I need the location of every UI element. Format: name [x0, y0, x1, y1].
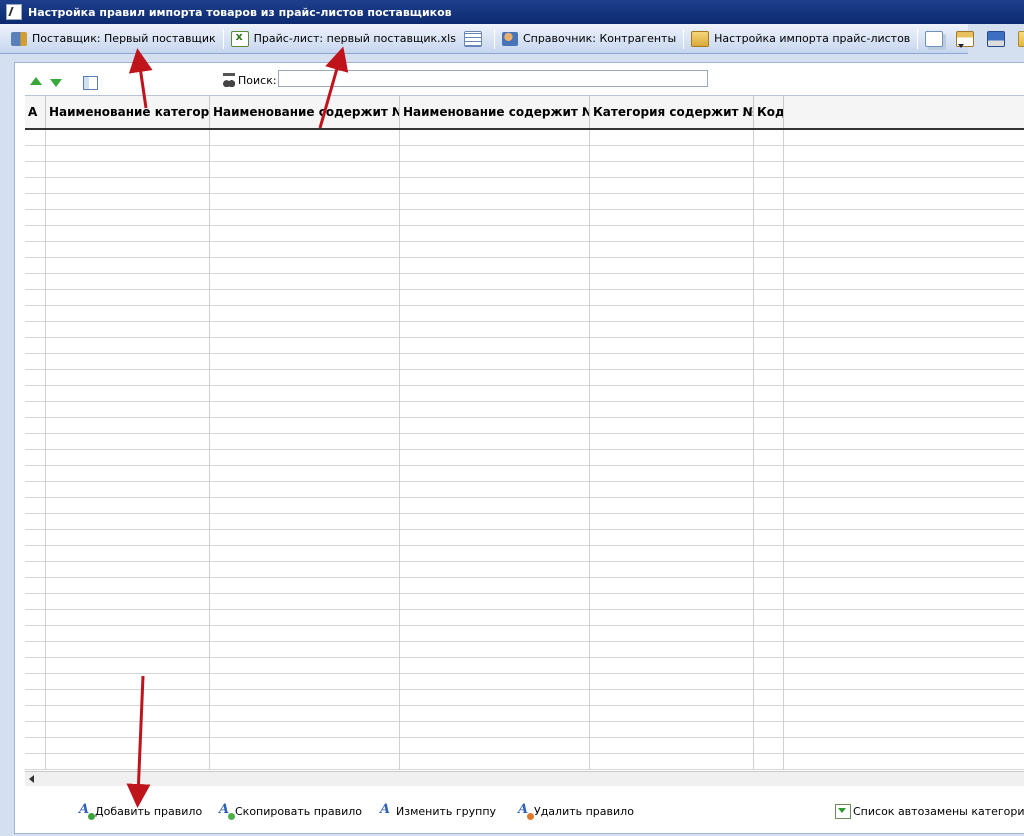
delete-rule-icon: A [518, 803, 534, 820]
column-header-category-name[interactable]: Наименование категории [46, 96, 210, 128]
column-header-category-contains-1[interactable]: Категория содержит №1 [590, 96, 754, 128]
horizontal-scrollbar[interactable] [25, 771, 1024, 786]
toolbar-separator [493, 28, 495, 49]
excel-icon [230, 30, 249, 47]
column-header-name-contains-1[interactable]: Наименование содержит №1 [210, 96, 400, 128]
copy-rule-label: Скопировать правило [235, 804, 363, 818]
delete-rule-button[interactable]: A Удалить правило [518, 803, 634, 820]
change-group-label: Изменить группу [396, 804, 497, 818]
pricelist-label: Прайс-лист: первый поставщик.xls [253, 32, 456, 45]
settings-icon [691, 30, 710, 47]
toolbar-overflow-chevron-icon[interactable] [956, 40, 966, 52]
search-label-group: Поиск: [223, 73, 277, 87]
actions-bar: A Добавить правило A Скопировать правило… [15, 799, 1024, 823]
toolbar-separator [222, 28, 224, 49]
autoreplace-list-label: Список автозамены категорий [853, 805, 1024, 818]
add-rule-icon: A [79, 803, 95, 820]
import-settings-label: Настройка импорта прайс-листов [714, 32, 911, 45]
directory-label: Справочник: Контрагенты [522, 32, 677, 45]
autoreplace-list-button[interactable]: Список автозамены категорий [835, 804, 1024, 819]
supplier-button[interactable]: Поставщик: Первый поставщик [7, 28, 220, 50]
contacts-icon [501, 31, 518, 46]
change-group-icon: A [380, 802, 391, 817]
copy-icon [925, 30, 944, 47]
move-down-icon[interactable] [50, 77, 62, 89]
grid-header: А Наименование категории Наименование со… [25, 96, 1024, 130]
search-label: Поиск: [238, 73, 277, 87]
save-button[interactable] [983, 28, 1014, 50]
directory-button[interactable]: Справочник: Контрагенты [498, 28, 680, 50]
main-toolbar: Поставщик: Первый поставщик Прайс-лист: … [0, 24, 1024, 54]
window-title-bar: Настройка правил импорта товаров из прай… [0, 0, 1024, 24]
open-folder-icon [1018, 30, 1024, 47]
columns-icon[interactable] [83, 76, 98, 90]
toolbar-separator [917, 28, 919, 49]
column-header-a[interactable]: А [25, 96, 46, 128]
supplier-label: Поставщик: Первый поставщик [32, 32, 216, 45]
save-icon [987, 30, 1006, 47]
search-input[interactable] [278, 70, 708, 87]
pricelist-table-button[interactable] [460, 28, 491, 50]
table-icon [463, 30, 482, 47]
rules-panel: Поиск: А Наименование категории Наименов… [14, 62, 1024, 834]
binoculars-icon [223, 73, 235, 87]
app-icon [6, 4, 22, 20]
add-rule-label: Добавить правило [95, 804, 203, 818]
pricelist-button[interactable]: Прайс-лист: первый поставщик.xls [227, 28, 460, 50]
window-title: Настройка правил импорта товаров из прай… [28, 5, 452, 19]
copy-button[interactable] [921, 28, 952, 50]
rules-grid: А Наименование категории Наименование со… [25, 95, 1024, 786]
column-header-name-contains-2[interactable]: Наименование содержит №2 [400, 96, 590, 128]
grid-body[interactable] [25, 130, 1024, 770]
delete-rule-label: Удалить правило [534, 804, 634, 818]
copy-rule-button[interactable]: A Скопировать правило [219, 803, 363, 820]
change-group-button[interactable]: A Изменить группу [380, 802, 497, 818]
add-rule-button[interactable]: A Добавить правило [79, 803, 203, 820]
list-icon [835, 804, 851, 819]
toolbar-separator [683, 28, 685, 49]
copy-rule-icon: A [219, 803, 235, 820]
import-settings-button[interactable]: Настройка импорта прайс-листов [687, 28, 914, 50]
open-button[interactable] [1014, 28, 1024, 50]
column-header-code[interactable]: Код [754, 96, 784, 128]
move-up-icon[interactable] [30, 77, 42, 89]
truck-icon [11, 31, 27, 46]
